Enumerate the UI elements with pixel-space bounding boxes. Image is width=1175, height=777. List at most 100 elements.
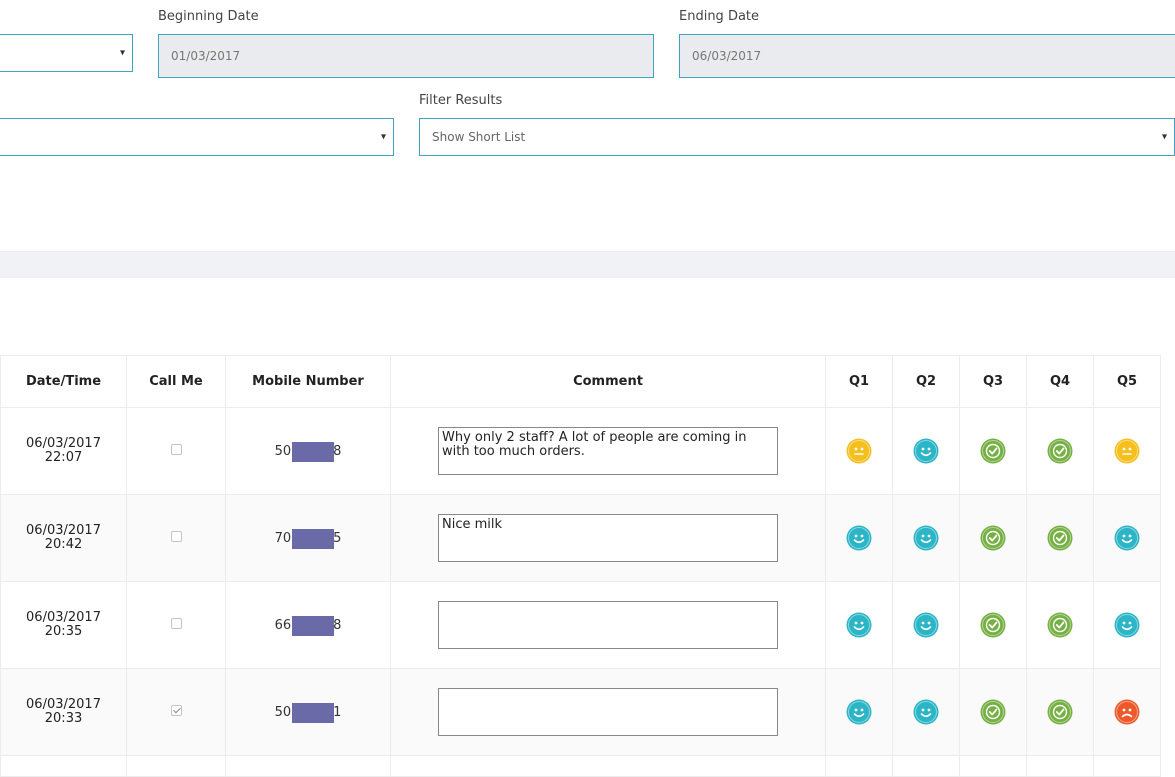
neutral-face-icon bbox=[846, 438, 872, 464]
call-me-checkbox[interactable] bbox=[170, 443, 182, 455]
happy-face-icon bbox=[1114, 525, 1140, 551]
header-q4[interactable]: Q4 bbox=[1026, 355, 1094, 408]
happy-face-icon bbox=[913, 612, 939, 638]
comment-box[interactable]: Nice milk bbox=[438, 514, 778, 562]
beginning-date-label: Beginning Date bbox=[158, 9, 259, 24]
cell-call-me bbox=[126, 494, 226, 582]
row-date: 06/03/2017 bbox=[26, 523, 101, 538]
empty-cell bbox=[225, 755, 391, 777]
cell-date-time: 06/03/2017 20:33 bbox=[0, 668, 127, 756]
cell-q2 bbox=[892, 581, 960, 669]
section-divider bbox=[0, 251, 1175, 278]
call-me-checkbox[interactable] bbox=[170, 617, 182, 629]
chevron-down-icon: ▾ bbox=[1161, 131, 1167, 143]
check-circle-icon bbox=[980, 612, 1006, 638]
ending-date-field[interactable]: 06/03/2017 bbox=[679, 34, 1175, 78]
table-row: 06/03/2017 20:33 50 1 bbox=[0, 668, 1161, 756]
cell-mobile-number: 50 8 bbox=[225, 407, 391, 495]
header-mobile-number[interactable]: Mobile Number bbox=[225, 355, 391, 408]
beginning-date-field[interactable]: 01/03/2017 bbox=[158, 34, 654, 78]
cell-q5 bbox=[1093, 581, 1161, 669]
row-time: 20:42 bbox=[44, 537, 83, 552]
happy-face-icon bbox=[1114, 612, 1140, 638]
header-call-me[interactable]: Call Me bbox=[126, 355, 226, 408]
header-comment[interactable]: Comment bbox=[390, 355, 826, 408]
happy-face-icon bbox=[846, 612, 872, 638]
happy-face-icon bbox=[913, 438, 939, 464]
check-circle-icon bbox=[980, 699, 1006, 725]
comment-box[interactable] bbox=[438, 601, 778, 649]
chevron-down-icon: ▾ bbox=[380, 131, 386, 143]
empty-cell bbox=[1093, 755, 1161, 777]
cell-comment: Nice milk bbox=[390, 494, 826, 582]
empty-cell bbox=[892, 755, 960, 777]
cell-q4 bbox=[1026, 581, 1094, 669]
cell-date-time: 06/03/2017 20:42 bbox=[0, 494, 127, 582]
cell-q1 bbox=[825, 581, 893, 669]
check-circle-icon bbox=[980, 525, 1006, 551]
cell-q2 bbox=[892, 668, 960, 756]
redaction-mask bbox=[291, 702, 334, 723]
check-circle-icon bbox=[1047, 699, 1073, 725]
row-time: 20:33 bbox=[44, 711, 83, 726]
header-date-time[interactable]: Date/Time bbox=[0, 355, 127, 408]
check-circle-icon bbox=[980, 438, 1006, 464]
beginning-date-value: 01/03/2017 bbox=[171, 49, 241, 63]
mobile-suffix: 8 bbox=[333, 443, 342, 459]
ending-date-value: 06/03/2017 bbox=[692, 49, 762, 63]
cell-comment bbox=[390, 668, 826, 756]
happy-face-icon bbox=[846, 525, 872, 551]
cell-mobile-number: 66 8 bbox=[225, 581, 391, 669]
ending-date-label: Ending Date bbox=[679, 9, 760, 24]
happy-face-icon bbox=[913, 699, 939, 725]
header-q1[interactable]: Q1 bbox=[825, 355, 893, 408]
cell-call-me bbox=[126, 581, 226, 669]
cell-q4 bbox=[1026, 668, 1094, 756]
cell-q3 bbox=[959, 668, 1027, 756]
mobile-suffix: 1 bbox=[333, 704, 342, 720]
cell-q3 bbox=[959, 494, 1027, 582]
mobile-prefix: 50 bbox=[274, 704, 292, 720]
row-time: 22:07 bbox=[44, 450, 83, 465]
redaction-mask bbox=[291, 615, 334, 636]
cell-q5 bbox=[1093, 494, 1161, 582]
cell-call-me bbox=[126, 668, 226, 756]
left-select-bottom[interactable]: ▾ bbox=[0, 118, 394, 156]
cell-q2 bbox=[892, 494, 960, 582]
filter-results-select[interactable]: Show Short List ▾ bbox=[419, 118, 1175, 156]
cell-mobile-number: 70 5 bbox=[225, 494, 391, 582]
call-me-checkbox[interactable] bbox=[170, 704, 182, 716]
header-q2[interactable]: Q2 bbox=[892, 355, 960, 408]
check-circle-icon bbox=[1047, 612, 1073, 638]
row-date: 06/03/2017 bbox=[26, 697, 101, 712]
row-time: 20:35 bbox=[44, 624, 83, 639]
cell-q3 bbox=[959, 581, 1027, 669]
mobile-number: 66 8 bbox=[275, 615, 341, 636]
cell-q3 bbox=[959, 407, 1027, 495]
cell-date-time: 06/03/2017 22:07 bbox=[0, 407, 127, 495]
cell-q1 bbox=[825, 407, 893, 495]
table-row: 06/03/2017 22:07 50 8 Why only 2 staff? A lo… bbox=[0, 407, 1161, 495]
mobile-prefix: 70 bbox=[274, 530, 292, 546]
cell-comment bbox=[390, 581, 826, 669]
mobile-number: 50 8 bbox=[274, 441, 342, 462]
filter-results-value: Show Short List bbox=[432, 130, 526, 144]
header-q5[interactable]: Q5 bbox=[1093, 355, 1161, 408]
row-date: 06/03/2017 bbox=[26, 436, 101, 451]
mobile-number: 70 5 bbox=[274, 528, 342, 549]
table-row bbox=[0, 755, 1161, 777]
cell-q5 bbox=[1093, 407, 1161, 495]
empty-cell bbox=[825, 755, 893, 777]
comment-box[interactable] bbox=[438, 688, 778, 736]
left-select-top[interactable]: ▾ bbox=[0, 34, 133, 72]
empty-cell bbox=[390, 755, 826, 777]
comment-box[interactable]: Why only 2 staff? A lot of people are co… bbox=[438, 427, 778, 475]
header-q3[interactable]: Q3 bbox=[959, 355, 1027, 408]
mobile-prefix: 50 bbox=[274, 443, 292, 459]
table-row: 06/03/2017 20:35 66 8 bbox=[0, 581, 1161, 669]
mobile-suffix: 5 bbox=[333, 530, 342, 546]
happy-face-icon bbox=[846, 699, 872, 725]
cell-call-me bbox=[126, 407, 226, 495]
cell-q1 bbox=[825, 668, 893, 756]
call-me-checkbox[interactable] bbox=[170, 530, 182, 542]
